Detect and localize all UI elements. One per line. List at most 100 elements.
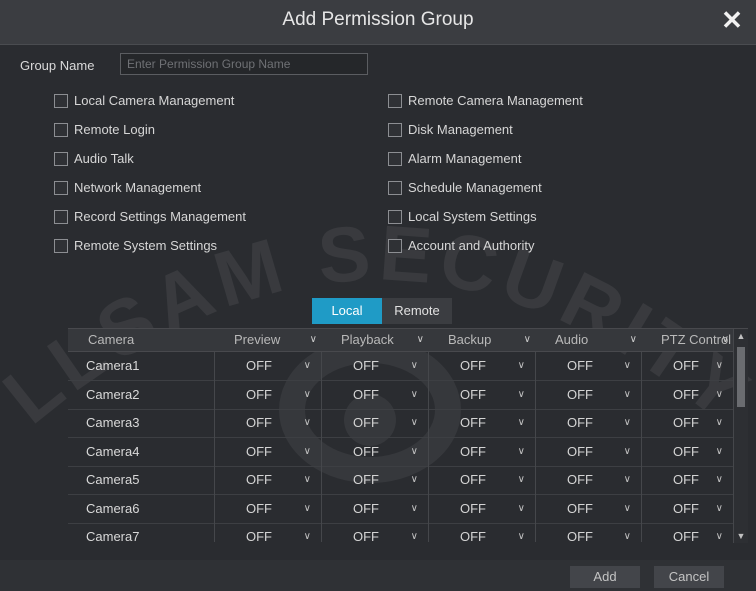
permission-select[interactable]: OFF ∨ <box>659 438 729 466</box>
permission-select[interactable]: OFF ∨ <box>232 409 317 437</box>
chevron-down-icon[interactable]: ∨ <box>304 523 311 543</box>
checkbox[interactable] <box>388 180 402 195</box>
cancel-button[interactable]: Cancel <box>654 566 724 588</box>
tab-local[interactable]: Local <box>312 298 382 324</box>
column-header-dropdown[interactable]: PTZ Control ∨ <box>641 329 733 351</box>
chevron-down-icon[interactable]: ∨ <box>304 381 311 409</box>
permission-select[interactable]: OFF ∨ <box>659 523 729 543</box>
chevron-down-icon[interactable]: ∨ <box>624 495 631 523</box>
column-header-dropdown[interactable]: Audio ∨ <box>535 329 641 351</box>
chevron-down-icon[interactable]: ∨ <box>411 352 418 380</box>
chevron-down-icon[interactable]: ∨ <box>518 381 525 409</box>
chevron-down-icon[interactable]: ∨ <box>716 352 723 380</box>
permission-checkbox[interactable]: Record Settings Management <box>54 209 246 224</box>
checkbox[interactable] <box>54 93 68 108</box>
permission-checkbox[interactable]: Local System Settings <box>388 209 537 224</box>
permission-select[interactable]: OFF ∨ <box>446 381 531 409</box>
permission-select[interactable]: OFF ∨ <box>339 409 424 437</box>
permission-checkbox[interactable]: Schedule Management <box>388 180 542 195</box>
permission-select[interactable]: OFF ∨ <box>659 495 729 523</box>
chevron-down-icon[interactable]: ∨ <box>624 381 631 409</box>
chevron-down-icon[interactable]: ∨ <box>722 329 729 351</box>
permission-select[interactable]: OFF ∨ <box>232 495 317 523</box>
chevron-down-icon[interactable]: ∨ <box>716 523 723 543</box>
close-icon[interactable]: ✕ <box>718 6 746 34</box>
chevron-down-icon[interactable]: ∨ <box>524 329 531 351</box>
permission-select[interactable]: OFF ∨ <box>553 352 637 380</box>
permission-select[interactable]: OFF ∨ <box>659 466 729 494</box>
chevron-down-icon[interactable]: ∨ <box>304 438 311 466</box>
permission-select[interactable]: OFF ∨ <box>659 409 729 437</box>
chevron-down-icon[interactable]: ∨ <box>518 438 525 466</box>
checkbox[interactable] <box>388 151 402 166</box>
add-button[interactable]: Add <box>570 566 640 588</box>
permission-select[interactable]: OFF ∨ <box>553 381 637 409</box>
permission-checkbox[interactable]: Account and Authority <box>388 238 534 253</box>
chevron-down-icon[interactable]: ∨ <box>304 352 311 380</box>
permission-select[interactable]: OFF ∨ <box>659 381 729 409</box>
chevron-down-icon[interactable]: ∨ <box>411 495 418 523</box>
chevron-down-icon[interactable]: ∨ <box>716 409 723 437</box>
chevron-down-icon[interactable]: ∨ <box>518 466 525 494</box>
column-header-dropdown[interactable]: Preview ∨ <box>214 329 321 351</box>
chevron-down-icon[interactable]: ∨ <box>630 329 637 351</box>
scrollbar[interactable]: ▲ ▼ <box>733 329 748 543</box>
permission-select[interactable]: OFF ∨ <box>446 409 531 437</box>
permission-checkbox[interactable]: Remote Login <box>54 122 155 137</box>
chevron-down-icon[interactable]: ∨ <box>624 352 631 380</box>
chevron-down-icon[interactable]: ∨ <box>518 523 525 543</box>
chevron-down-icon[interactable]: ∨ <box>624 466 631 494</box>
checkbox[interactable] <box>54 122 68 137</box>
permission-select[interactable]: OFF ∨ <box>232 352 317 380</box>
permission-select[interactable]: OFF ∨ <box>553 466 637 494</box>
chevron-down-icon[interactable]: ∨ <box>411 409 418 437</box>
permission-select[interactable]: OFF ∨ <box>339 523 424 543</box>
chevron-down-icon[interactable]: ∨ <box>518 409 525 437</box>
chevron-down-icon[interactable]: ∨ <box>716 438 723 466</box>
permission-checkbox[interactable]: Disk Management <box>388 122 513 137</box>
permission-select[interactable]: OFF ∨ <box>232 466 317 494</box>
chevron-down-icon[interactable]: ∨ <box>304 466 311 494</box>
chevron-down-icon[interactable]: ∨ <box>411 523 418 543</box>
chevron-down-icon[interactable]: ▼ <box>734 529 748 543</box>
chevron-down-icon[interactable]: ∨ <box>411 438 418 466</box>
permission-select[interactable]: OFF ∨ <box>339 466 424 494</box>
permission-checkbox[interactable]: Network Management <box>54 180 201 195</box>
checkbox[interactable] <box>54 180 68 195</box>
scrollbar-thumb[interactable] <box>737 347 745 407</box>
permission-select[interactable]: OFF ∨ <box>659 352 729 380</box>
permission-checkbox[interactable]: Audio Talk <box>54 151 134 166</box>
permission-select[interactable]: OFF ∨ <box>339 381 424 409</box>
chevron-down-icon[interactable]: ∨ <box>417 329 424 351</box>
chevron-down-icon[interactable]: ∨ <box>411 466 418 494</box>
permission-select[interactable]: OFF ∨ <box>339 495 424 523</box>
chevron-down-icon[interactable]: ∨ <box>304 409 311 437</box>
checkbox[interactable] <box>388 93 402 108</box>
permission-select[interactable]: OFF ∨ <box>553 438 637 466</box>
checkbox[interactable] <box>388 122 402 137</box>
permission-checkbox[interactable]: Local Camera Management <box>54 93 234 108</box>
permission-checkbox[interactable]: Remote System Settings <box>54 238 217 253</box>
permission-checkbox[interactable]: Alarm Management <box>388 151 521 166</box>
chevron-down-icon[interactable]: ∨ <box>310 329 317 351</box>
chevron-down-icon[interactable]: ∨ <box>304 495 311 523</box>
permission-select[interactable]: OFF ∨ <box>232 438 317 466</box>
chevron-down-icon[interactable]: ∨ <box>624 438 631 466</box>
permission-select[interactable]: OFF ∨ <box>553 409 637 437</box>
permission-select[interactable]: OFF ∨ <box>339 352 424 380</box>
chevron-down-icon[interactable]: ∨ <box>624 409 631 437</box>
chevron-down-icon[interactable]: ∨ <box>518 352 525 380</box>
group-name-input[interactable] <box>120 53 368 75</box>
permission-select[interactable]: OFF ∨ <box>553 495 637 523</box>
permission-select[interactable]: OFF ∨ <box>446 352 531 380</box>
tab-remote[interactable]: Remote <box>382 298 452 324</box>
chevron-down-icon[interactable]: ∨ <box>716 495 723 523</box>
checkbox[interactable] <box>388 238 402 253</box>
permission-select[interactable]: OFF ∨ <box>446 523 531 543</box>
chevron-down-icon[interactable]: ∨ <box>716 381 723 409</box>
checkbox[interactable] <box>54 151 68 166</box>
chevron-down-icon[interactable]: ∨ <box>716 466 723 494</box>
checkbox[interactable] <box>54 238 68 253</box>
permission-select[interactable]: OFF ∨ <box>232 381 317 409</box>
chevron-down-icon[interactable]: ∨ <box>624 523 631 543</box>
